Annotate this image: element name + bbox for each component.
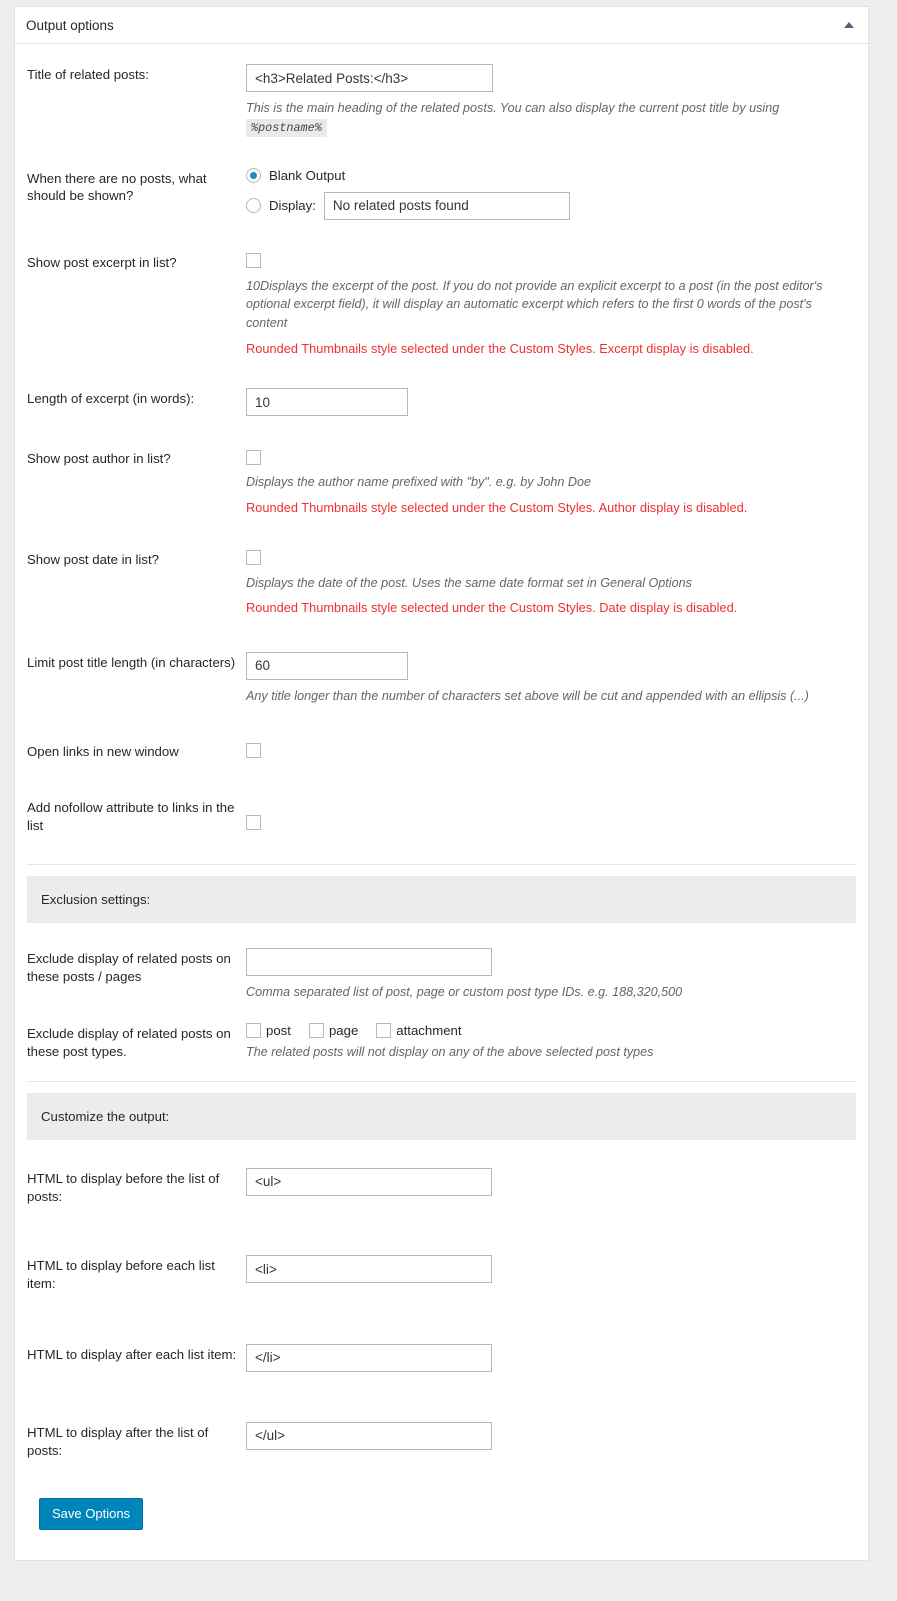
postname-token: %postname% [246, 118, 327, 137]
row-nofollow: Add nofollow attribute to links in the l… [15, 761, 868, 835]
label-title-length: Limit post title length (in characters) [27, 654, 236, 670]
radio-blank-output-row[interactable]: Blank Output [246, 167, 856, 183]
divider-customize [27, 1080, 856, 1082]
excerpt-length-input[interactable] [246, 388, 408, 417]
row-exclude-post-types: Exclude display of related posts on thes… [15, 1002, 868, 1062]
warning-show-excerpt: Rounded Thumbnails style selected under … [246, 341, 754, 357]
html-after-list-input[interactable] [246, 1421, 492, 1450]
post-type-page-checkbox[interactable] [308, 1022, 324, 1038]
title-of-related-posts-input[interactable] [246, 64, 493, 92]
row-show-date: Show post date in list? Displays the dat… [15, 518, 868, 618]
nofollow-checkbox[interactable] [246, 814, 261, 830]
post-type-post-checkbox[interactable] [246, 1022, 261, 1038]
post-type-page-label: page [328, 1022, 359, 1038]
label-html-after-item: HTML to display after each list item: [27, 1346, 237, 1362]
desc-show-date: Displays the date of the post. Uses the … [246, 575, 692, 590]
html-after-item-input[interactable] [246, 1343, 492, 1372]
post-type-post-label: post [266, 1022, 291, 1038]
label-html-before-list: HTML to display before the list of posts… [27, 1170, 220, 1204]
html-before-list-input[interactable] [246, 1167, 492, 1196]
save-options-button[interactable]: Save Options [39, 1497, 144, 1530]
row-html-after-list: HTML to display after the list of posts: [15, 1372, 868, 1460]
radio-blank-output[interactable] [246, 167, 261, 183]
label-open-new-window: Open links in new window [27, 744, 179, 760]
label-no-posts-output: When there are no posts, what should be … [27, 170, 207, 204]
desc-show-author: Displays the author name prefixed with "… [246, 475, 591, 490]
post-type-option-post[interactable]: post [246, 1022, 291, 1038]
label-nofollow: Add nofollow attribute to links in the l… [27, 800, 235, 834]
show-date-checkbox[interactable] [246, 549, 261, 565]
row-excerpt-length: Length of excerpt (in words): [15, 358, 868, 417]
show-author-checkbox[interactable] [246, 449, 261, 465]
show-excerpt-checkbox[interactable] [246, 252, 261, 268]
panel-header[interactable]: Output options [15, 7, 868, 44]
label-title-of-related-posts: Title of related posts: [27, 67, 149, 82]
row-exclude-posts: Exclude display of related posts on thes… [15, 923, 868, 1002]
desc-title-length: Any title longer than the number of char… [246, 688, 809, 703]
title-length-input[interactable] [246, 651, 408, 680]
row-show-excerpt: Show post excerpt in list? 10Displays th… [15, 220, 868, 359]
open-new-window-checkbox[interactable] [246, 742, 261, 758]
label-exclude-posts: Exclude display of related posts on thes… [27, 950, 231, 984]
row-show-author: Show post author in list? Displays the a… [15, 416, 868, 517]
row-html-before-list: HTML to display before the list of posts… [15, 1140, 868, 1206]
row-title-length: Limit post title length (in characters) … [15, 618, 868, 706]
section-heading-exclusion: Exclusion settings: [27, 875, 856, 923]
radio-blank-output-label: Blank Output [269, 167, 346, 183]
warning-show-author: Rounded Thumbnails style selected under … [246, 500, 748, 516]
html-before-item-input[interactable] [246, 1255, 492, 1284]
label-show-date: Show post date in list? [27, 551, 159, 567]
divider-exclusion [27, 863, 856, 865]
post-type-attachment-checkbox[interactable] [376, 1022, 392, 1038]
desc-exclude-posts: Comma separated list of post, page or cu… [246, 984, 683, 999]
output-options-panel: Output options Title of related posts: T… [14, 6, 869, 1561]
post-type-attachment-label: attachment [396, 1022, 462, 1038]
exclude-posts-input[interactable] [246, 947, 492, 976]
label-show-author: Show post author in list? [27, 451, 171, 467]
desc-show-excerpt: 10Displays the excerpt of the post. If y… [246, 278, 823, 331]
row-html-before-item: HTML to display before each list item: [15, 1205, 868, 1293]
page-title: Output options [26, 17, 114, 33]
label-html-after-list: HTML to display after the list of posts: [27, 1424, 209, 1458]
radio-display-message[interactable] [246, 198, 261, 214]
label-html-before-item: HTML to display before each list item: [27, 1258, 215, 1292]
row-open-new-window: Open links in new window [15, 705, 868, 761]
row-no-posts-output: When there are no posts, what should be … [15, 138, 868, 220]
desc-title-of-related-posts: This is the main heading of the related … [246, 99, 856, 138]
radio-display-row[interactable]: Display: [246, 191, 856, 220]
panel-body: Title of related posts: This is the main… [15, 44, 868, 1560]
warning-show-date: Rounded Thumbnails style selected under … [246, 600, 738, 616]
label-exclude-post-types: Exclude display of related posts on thes… [27, 1025, 231, 1059]
label-excerpt-length: Length of excerpt (in words): [27, 391, 195, 407]
post-type-option-attachment[interactable]: attachment [376, 1022, 462, 1038]
row-html-after-item: HTML to display after each list item: [15, 1293, 868, 1372]
exclude-post-types-group: post page attachment [246, 1022, 856, 1038]
section-heading-customize: Customize the output: [27, 1092, 856, 1140]
desc-text: This is the main heading of the related … [246, 101, 780, 115]
caret-up-icon[interactable] [844, 22, 854, 28]
row-title-of-related-posts: Title of related posts: This is the main… [15, 44, 868, 138]
radio-display-label: Display: [269, 198, 316, 214]
no-posts-message-input[interactable] [323, 191, 570, 220]
label-show-excerpt: Show post excerpt in list? [27, 254, 177, 270]
desc-exclude-post-types: The related posts will not display on an… [246, 1044, 654, 1059]
post-type-option-page[interactable]: page [308, 1022, 359, 1038]
